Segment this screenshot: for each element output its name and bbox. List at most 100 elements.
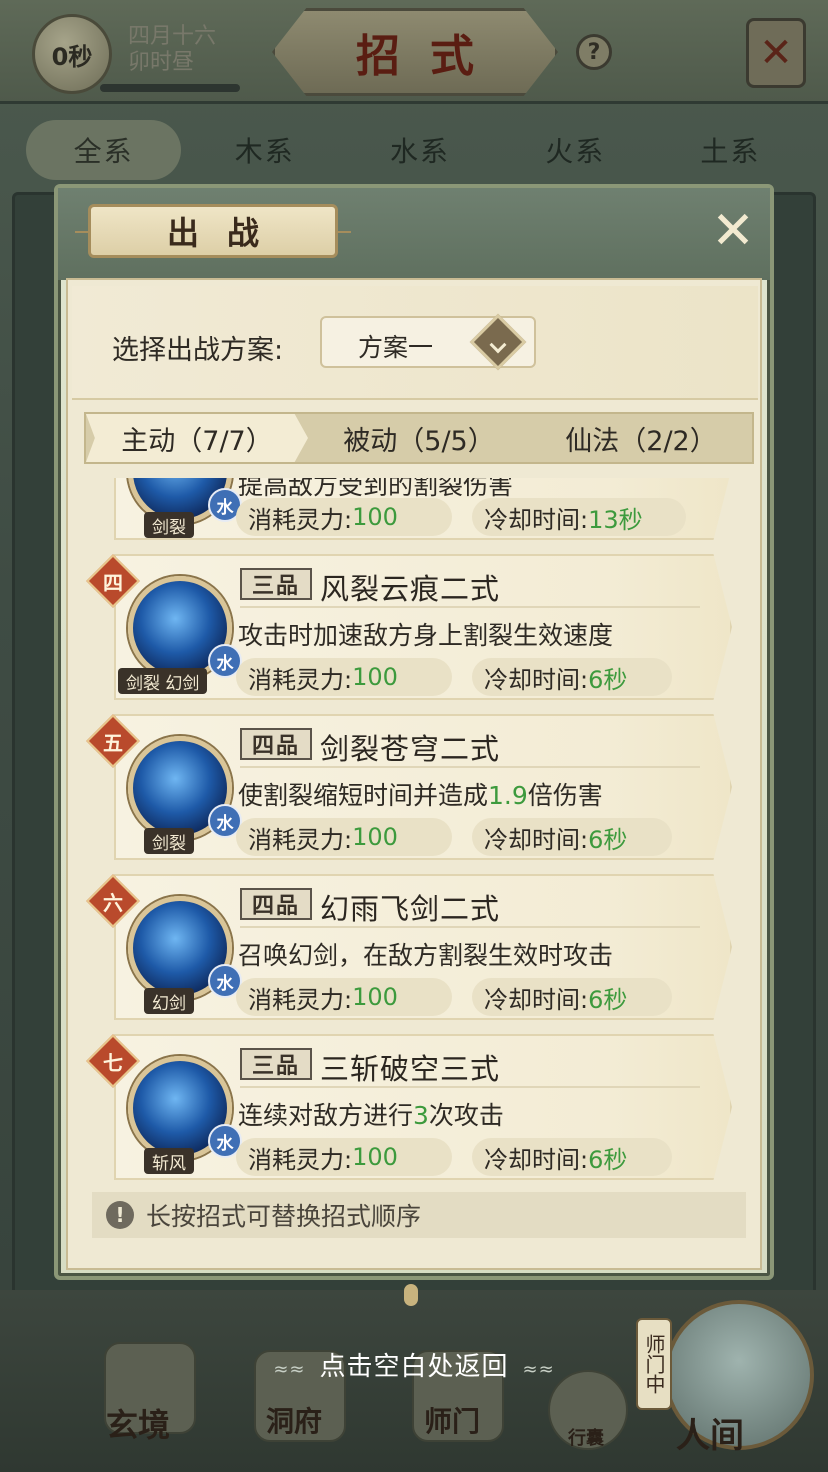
spirit-cost-value: 100 (352, 663, 398, 691)
cooldown-value: 13秒 (588, 505, 643, 534)
cooldown: 冷却时间: 6秒 (472, 818, 672, 856)
reorder-tip: ! 长按招式可替换招式顺序 (92, 1192, 746, 1238)
element-filter-tabs: 全系 木系 水系 火系 土系 (20, 112, 808, 188)
cooldown-label: 冷却时间: (484, 505, 589, 534)
spirit-cost-value: 100 (352, 503, 398, 531)
desc-text: 连续对敌方进行 (238, 1101, 414, 1130)
nav-xuanjing[interactable]: 玄境 (106, 1400, 170, 1446)
spirit-cost-value: 100 (352, 1143, 398, 1171)
skill-name: 风裂云痕二式 (320, 572, 501, 606)
spirit-cost: 消耗灵力: 100 (236, 498, 452, 536)
nav-shimen[interactable]: 师门 (424, 1400, 480, 1440)
order-number: 六 (103, 890, 123, 915)
close-icon: ✕ (759, 30, 793, 76)
skill-type-label: 剑裂 幻剑 (118, 668, 208, 694)
spirit-cost: 消耗灵力: 100 (236, 658, 452, 696)
grade-badge: 四品 (240, 888, 312, 920)
divider (240, 766, 700, 768)
plan-dropdown[interactable]: 方案一 (320, 313, 536, 371)
cooldown: 冷却时间: 6秒 (472, 978, 672, 1016)
divider (240, 926, 700, 928)
spirit-cost-label: 消耗灵力: (248, 985, 353, 1014)
cooldown-label: 冷却时间: (484, 1145, 589, 1174)
order-number: 五 (103, 730, 123, 755)
hint-decoration-left: ≈≈ (273, 1359, 306, 1380)
close-icon: ✕ (711, 201, 755, 261)
cooldown: 冷却时间: 6秒 (472, 658, 672, 696)
cooldown-value: 6秒 (588, 665, 628, 694)
spirit-cost-label: 消耗灵力: (248, 1145, 353, 1174)
spirit-cost-label: 消耗灵力: (248, 505, 353, 534)
spirit-cost: 消耗灵力: 100 (236, 818, 452, 856)
page-title: 招式 (356, 31, 504, 82)
tab-fire[interactable]: 火系 (498, 112, 653, 188)
desc-text: 次攻击 (428, 1101, 504, 1130)
skill-description: 召唤幻剑，在敌方割裂生效时攻击 (238, 941, 614, 970)
skill-name: 幻雨飞剑二式 (320, 892, 501, 926)
nav-xingnang[interactable]: 行囊 (568, 1424, 604, 1450)
nav-renjian[interactable]: 人间 (676, 1408, 744, 1457)
modal-pull-tab (404, 1284, 418, 1306)
tab-wood[interactable]: 木系 (187, 112, 342, 188)
desc-text: 使割裂缩短时间并造成 (238, 781, 489, 810)
chevron-down-icon (469, 313, 527, 371)
grade-badge: 三品 (240, 1048, 312, 1080)
tab-all[interactable]: 全系 (26, 120, 182, 180)
skill-type-label: 剑裂 (144, 828, 194, 854)
skill-name: 三斩破空三式 (320, 1052, 501, 1086)
cooldown-label: 冷却时间: (484, 825, 589, 854)
top-bar: 0秒 四月十六 卯时昼 招式 ? ✕ (0, 0, 828, 104)
modal-close-button[interactable]: ✕ (706, 201, 760, 261)
tab-immortal-arts[interactable]: 仙法（2/2） (530, 414, 752, 462)
close-page-button[interactable]: ✕ (746, 18, 806, 88)
cooldown-label: 冷却时间: (484, 665, 589, 694)
grade-badge: 四品 (240, 728, 312, 760)
hint-decoration-right: ≈≈ (522, 1359, 555, 1380)
modal-content: 选择出战方案: 方案一 主动（7/7） 被动（5/5） 仙法（2/2） 水 剑裂… (66, 278, 762, 1270)
skill-name: 剑裂苍穹二式 (320, 732, 501, 766)
spirit-cost: 消耗灵力: 100 (236, 1138, 452, 1176)
skill-description: 使割裂缩短时间并造成1.9倍伤害 (238, 776, 603, 812)
return-hint[interactable]: ≈≈ 点击空白处返回 ≈≈ (0, 1346, 828, 1383)
plan-dropdown-value: 方案一 (358, 333, 434, 362)
cooldown-value: 6秒 (588, 825, 628, 854)
desc-text: 倍伤害 (527, 781, 603, 810)
nav-dongfu[interactable]: 洞府 (266, 1400, 322, 1440)
divider (240, 606, 700, 608)
cooldown: 冷却时间: 13秒 (472, 498, 686, 536)
tab-passive-skills[interactable]: 被动（5/5） (308, 414, 530, 462)
tab-active-skills[interactable]: 主动（7/7） (86, 414, 308, 462)
plan-selector-row: 选择出战方案: 方案一 (72, 286, 758, 400)
cooldown: 冷却时间: 6秒 (472, 1138, 672, 1176)
order-number: 七 (103, 1050, 123, 1075)
desc-number: 3 (413, 1101, 429, 1130)
return-hint-text: 点击空白处返回 (319, 1352, 509, 1382)
tab-earth[interactable]: 土系 (653, 112, 808, 188)
cooldown-value: 6秒 (588, 1145, 628, 1174)
divider (240, 1086, 700, 1088)
tab-water[interactable]: 水系 (342, 112, 497, 188)
skill-type-tabs: 主动（7/7） 被动（5/5） 仙法（2/2） (84, 412, 754, 464)
spirit-cost-label: 消耗灵力: (248, 825, 353, 854)
order-number: 四 (103, 570, 123, 595)
info-icon: ! (106, 1201, 134, 1229)
spirit-cost-label: 消耗灵力: (248, 665, 353, 694)
modal-title-plaque: 出战 (75, 204, 351, 258)
cooldown-value: 6秒 (588, 985, 628, 1014)
plan-label: 选择出战方案: (112, 335, 284, 366)
grade-badge: 三品 (240, 568, 312, 600)
date-line-2: 卯时昼 (128, 50, 195, 75)
deploy-modal: 出战 ✕ 选择出战方案: 方案一 主动（7/7） 被动（5/5） 仙法（2/2）… (54, 184, 774, 1280)
day-progress-bar (100, 84, 240, 92)
modal-title: 出战 (166, 214, 287, 252)
skill-description: 连续对敌方进行3次攻击 (238, 1096, 504, 1132)
page-title-plaque: 招式 (272, 8, 558, 96)
help-button[interactable]: ? (576, 34, 612, 70)
skill-description: 攻击时加速敌方身上割裂生效速度 (238, 621, 614, 650)
cooldown-label: 冷却时间: (484, 985, 589, 1014)
game-date: 四月十六 卯时昼 (128, 24, 248, 76)
reorder-tip-text: 长按招式可替换招式顺序 (146, 1202, 422, 1231)
spirit-cost-value: 100 (352, 983, 398, 1011)
skill-list[interactable]: 水 剑裂 提高敌方受到的割裂伤害 消耗灵力: 100 冷却时间: 13秒 四 水 剑… (84, 478, 754, 1180)
skill-type-label: 斩风 (144, 1148, 194, 1174)
